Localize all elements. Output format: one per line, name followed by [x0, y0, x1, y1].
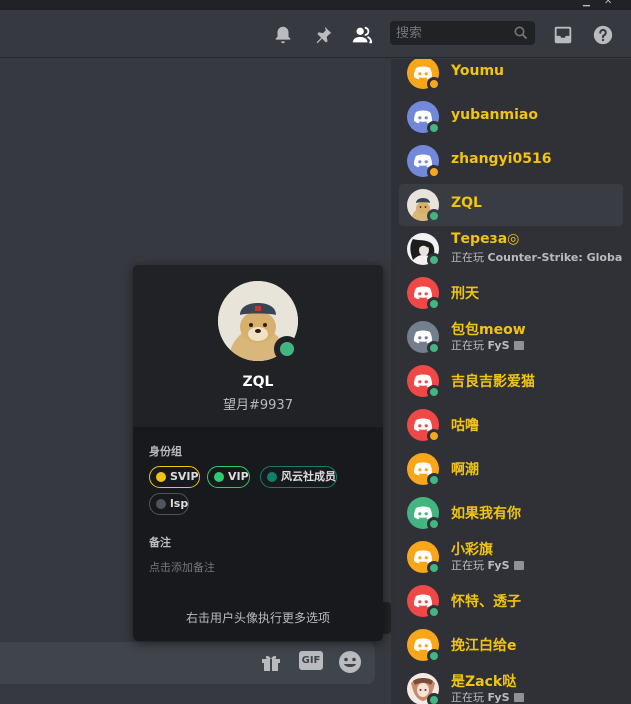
help-icon[interactable]	[592, 24, 614, 46]
member-list-item[interactable]: 如果我有你	[399, 492, 623, 534]
activity-prefix: 正在玩	[451, 251, 488, 264]
activity-prefix: 正在玩	[451, 559, 488, 572]
role-label: lsp	[170, 497, 189, 510]
member-list-item[interactable]: 吉良吉影爱猫	[399, 360, 623, 402]
role-svip: SVIP	[149, 466, 200, 488]
status-online-icon	[427, 649, 441, 663]
role-label: VIP	[228, 470, 249, 483]
role-color-dot[interactable]	[214, 472, 224, 482]
status-online-icon	[427, 693, 441, 704]
member-name: Тереза◎	[451, 231, 520, 247]
member-name: 啊潮	[451, 462, 479, 478]
member-name: yubanmiao	[451, 107, 538, 123]
profile-status-online-icon	[274, 336, 300, 362]
member-list-item[interactable]: ZQL	[399, 184, 623, 226]
popout-edge	[383, 602, 391, 634]
emoji-icon[interactable]	[338, 650, 362, 674]
user-profile-popout: ZQL 望月#9937 身份组 SVIP VIP 风云社成员 lsp 备注 点击…	[133, 265, 383, 641]
note-title: 备注	[149, 536, 171, 549]
search-bar[interactable]	[390, 21, 535, 45]
member-list-item[interactable]: 怀特、透子	[399, 580, 623, 622]
search-input[interactable]	[396, 21, 506, 45]
status-idle-icon	[427, 77, 441, 91]
minimize-icon[interactable]: ▁	[583, 0, 590, 7]
member-list-item[interactable]: Тереза◎ 正在玩 Counter-Strike: Global ...	[399, 228, 623, 270]
member-activity: 正在玩 FyS	[451, 337, 623, 353]
member-list-item[interactable]: 啊潮	[399, 448, 623, 490]
role-label: 风云社成员	[281, 470, 336, 483]
status-online-icon	[427, 473, 441, 487]
activity-game: FyS	[487, 339, 510, 352]
roles-title: 身份组	[149, 445, 182, 458]
member-list-item[interactable]: 是Zack哒 正在玩 FyS	[399, 668, 623, 704]
profile-username: ZQL	[242, 374, 274, 390]
bell-icon[interactable]	[272, 24, 294, 46]
channel-header	[0, 10, 631, 58]
member-activity: 正在玩 Counter-Strike: Global ...	[451, 249, 623, 265]
member-name: 咕噜	[451, 418, 479, 434]
role-color-dot[interactable]	[156, 499, 166, 509]
scrollbar[interactable]	[624, 59, 631, 704]
member-name: 小彩旗	[451, 542, 493, 558]
member-name: 挽江白给e	[451, 638, 517, 654]
member-list-item[interactable]: 刑天	[399, 272, 623, 314]
member-name: zhangyi0516	[451, 151, 552, 167]
search-icon	[514, 26, 528, 40]
profile-hint: 右击用户头像执行更多选项	[185, 611, 330, 625]
member-list-item[interactable]: 包包meow 正在玩 FyS	[399, 316, 623, 358]
member-name: 吉良吉影爱猫	[451, 374, 535, 390]
member-name: 刑天	[451, 286, 479, 302]
inbox-icon[interactable]	[552, 24, 574, 46]
status-online-icon	[427, 341, 441, 355]
members-icon[interactable]	[351, 24, 373, 46]
member-list-item[interactable]: 咕噜	[399, 404, 623, 446]
role-vip: VIP	[207, 466, 250, 488]
activity-game: FyS	[487, 559, 510, 572]
profile-header: ZQL 望月#9937	[133, 265, 383, 427]
rich-presence-icon	[513, 561, 524, 570]
role-fengyun: 风云社成员	[260, 466, 337, 488]
status-online-icon	[427, 517, 441, 531]
gif-icon[interactable]: GIF	[299, 651, 323, 670]
status-idle-icon	[427, 165, 441, 179]
activity-game: Counter-Strike: Global ...	[487, 251, 624, 264]
status-online-icon	[427, 121, 441, 135]
rich-presence-icon	[513, 341, 524, 350]
status-online-icon	[427, 605, 441, 619]
role-lsp: lsp	[149, 493, 190, 515]
member-name: 怀特、透子	[451, 594, 521, 610]
member-name: ZQL	[451, 195, 482, 211]
activity-prefix: 正在玩	[451, 339, 488, 352]
member-list-item[interactable]: 小彩旗 正在玩 FyS	[399, 536, 623, 578]
member-list-item[interactable]: zhangyi0516	[399, 140, 623, 182]
member-name: 如果我有你	[451, 506, 521, 522]
profile-tag: 望月#9937	[223, 398, 293, 413]
role-label: SVIP	[170, 470, 199, 483]
member-name: 包包meow	[451, 322, 526, 338]
member-name: 是Zack哒	[451, 674, 517, 690]
member-list-item[interactable]: 挽江白给e	[399, 624, 623, 666]
status-online-icon	[427, 297, 441, 311]
member-list-item[interactable]: yubanmiao	[399, 96, 623, 138]
status-online-icon	[427, 385, 441, 399]
member-list-item[interactable]: Youmu	[399, 59, 623, 94]
status-online-icon	[427, 253, 441, 267]
member-list: Youmu yubanmiao zhangyi0516 ZQL Тереза◎ 正在玩 C…	[391, 59, 631, 704]
status-online-icon	[427, 561, 441, 575]
status-online-icon	[427, 209, 441, 223]
rich-presence-icon	[513, 693, 524, 702]
member-activity: 正在玩 FyS	[451, 557, 623, 573]
activity-game: FyS	[487, 691, 510, 704]
member-name: Youmu	[451, 63, 504, 79]
close-icon[interactable]: ✕	[604, 0, 612, 7]
gift-icon[interactable]	[259, 650, 283, 674]
role-color-dot[interactable]	[267, 472, 277, 482]
status-idle-icon	[427, 429, 441, 443]
member-activity: 正在玩 FyS	[451, 689, 623, 704]
note-input[interactable]: 点击添加备注	[149, 559, 215, 575]
window-titlebar: ▁ ✕	[0, 0, 631, 10]
role-color-dot[interactable]	[156, 472, 166, 482]
activity-prefix: 正在玩	[451, 691, 488, 704]
pin-icon[interactable]	[312, 24, 334, 46]
